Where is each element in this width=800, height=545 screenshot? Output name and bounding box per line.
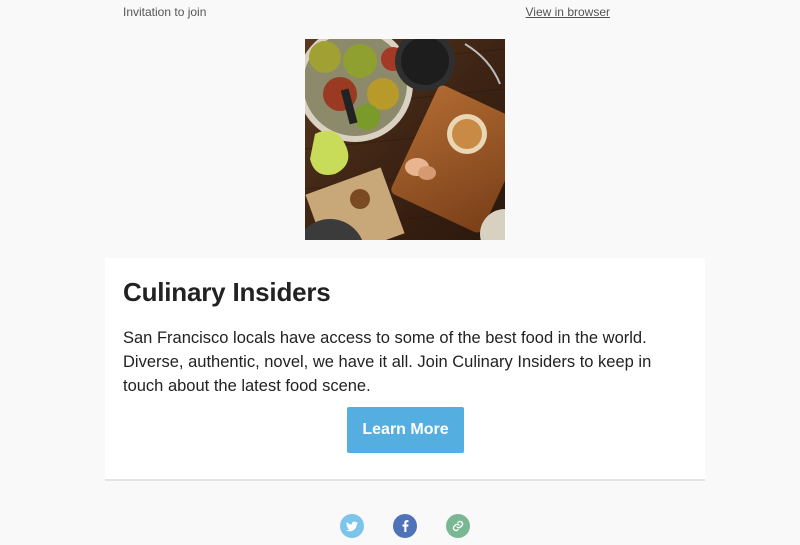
invitation-label: Invitation to join (123, 5, 207, 19)
content-card: Culinary Insiders San Francisco locals h… (105, 258, 705, 481)
email-header: Invitation to join View in browser (123, 5, 610, 23)
card-title: Culinary Insiders (123, 277, 331, 307)
view-in-browser-link[interactable]: View in browser (526, 5, 610, 19)
learn-more-button[interactable]: Learn More (347, 407, 464, 453)
twitter-icon (346, 520, 358, 531)
facebook-icon (402, 520, 408, 532)
hero-image (305, 39, 505, 240)
food-photo-icon (305, 39, 505, 240)
card-body: San Francisco locals have access to some… (123, 329, 652, 395)
link-button[interactable] (446, 514, 470, 538)
link-icon (452, 520, 464, 532)
twitter-button[interactable] (340, 514, 364, 538)
facebook-button[interactable] (393, 514, 417, 538)
social-links (340, 514, 472, 538)
